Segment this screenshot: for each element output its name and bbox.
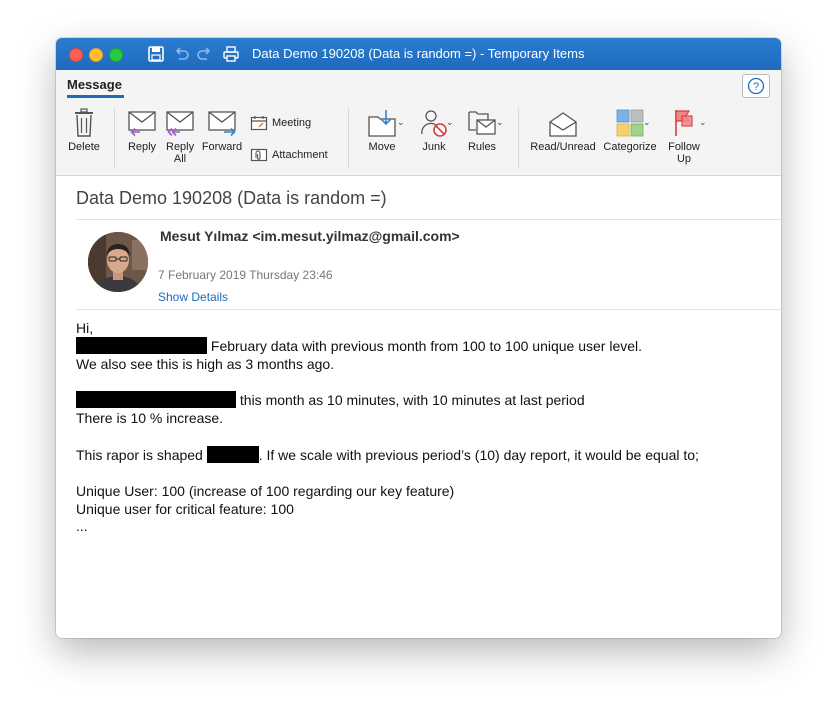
meeting-button[interactable]: Meeting — [250, 115, 311, 131]
read-unread-label: Read/Unread — [530, 141, 596, 153]
body-text: this month as 10 minutes, with 10 minute… — [236, 392, 585, 408]
redaction-block — [76, 337, 207, 354]
trash-icon — [75, 108, 93, 137]
forward-button[interactable]: Forward — [200, 110, 244, 153]
attachment-label: Attachment — [272, 148, 328, 161]
ribbon-divider — [114, 108, 115, 168]
save-icon[interactable] — [147, 45, 165, 63]
close-window-button[interactable] — [69, 48, 83, 62]
body-line: this month as 10 minutes, with 10 minute… — [76, 391, 585, 409]
attachment-icon — [250, 148, 268, 162]
junk-label: Junk — [422, 141, 446, 153]
reply-all-button[interactable]: Reply All — [160, 110, 200, 165]
delete-button[interactable]: Delete — [66, 108, 102, 153]
categorize-label: Categorize — [603, 141, 657, 153]
body-line: We also see this is high as 3 months ago… — [76, 356, 335, 372]
redo-icon[interactable] — [196, 45, 214, 63]
mail-window: Data Demo 190208 (Data is random =) - Te… — [56, 38, 781, 638]
reply-button[interactable]: Reply — [122, 110, 162, 153]
help-button[interactable]: ? — [742, 74, 770, 98]
rules-button[interactable]: Rules — [460, 108, 504, 153]
body-line: Hi, — [76, 320, 94, 336]
categorize-button[interactable]: Categorize — [600, 108, 660, 153]
body-line: There is 10 % increase. — [76, 410, 224, 426]
forward-label: Forward — [201, 141, 243, 153]
junk-button[interactable]: Junk — [412, 108, 456, 153]
ribbon: Message ? Delete Reply Reply All Forward… — [56, 70, 781, 176]
move-button[interactable]: Move — [358, 108, 406, 153]
chevron-down-icon[interactable]: ⌄ — [397, 117, 405, 128]
body-line: This rapor is shaped . If we scale with … — [76, 446, 699, 464]
reply-label: Reply — [127, 141, 157, 153]
body-text: . If we scale with previous period’s (10… — [258, 447, 699, 463]
window-title: Data Demo 190208 (Data is random =) - Te… — [252, 46, 585, 61]
forward-icon — [208, 111, 236, 137]
divider — [76, 309, 781, 310]
print-icon[interactable] — [222, 45, 240, 63]
body-line: Unique user for critical feature: 100 — [76, 501, 294, 517]
follow-up-label: Follow Up — [668, 141, 700, 165]
rules-label: Rules — [467, 141, 497, 153]
svg-text:?: ? — [753, 81, 759, 93]
attachment-button[interactable]: Attachment — [250, 147, 328, 163]
undo-icon[interactable] — [172, 45, 190, 63]
minimize-window-button[interactable] — [89, 48, 103, 62]
message-date: 7 February 2019 Thursday 23:46 — [158, 268, 333, 282]
tab-underline — [67, 95, 124, 98]
zoom-window-button[interactable] — [109, 48, 123, 62]
reply-all-icon — [166, 111, 194, 137]
move-label: Move — [368, 141, 396, 153]
rules-icon — [468, 111, 496, 135]
chevron-down-icon[interactable]: ⌄ — [446, 117, 454, 128]
divider — [76, 219, 781, 220]
body-line: February data with previous month from 1… — [76, 337, 642, 355]
question-icon: ? — [747, 77, 765, 95]
avatar[interactable] — [88, 232, 148, 292]
avatar-photo — [88, 232, 148, 292]
chevron-down-icon[interactable]: ⌄ — [496, 117, 504, 128]
tab-message[interactable]: Message — [67, 77, 122, 92]
chevron-down-icon[interactable]: ⌄ — [699, 117, 707, 128]
categorize-icon — [616, 109, 644, 137]
body-text: This rapor is shaped — [76, 447, 207, 463]
chevron-down-icon[interactable]: ⌄ — [643, 117, 651, 128]
body-text: February data with previous month from 1… — [207, 338, 643, 354]
delete-label: Delete — [68, 141, 100, 153]
title-bar: Data Demo 190208 (Data is random =) - Te… — [56, 38, 781, 70]
move-folder-icon — [368, 110, 396, 137]
ribbon-divider — [348, 108, 349, 168]
meeting-label: Meeting — [272, 116, 312, 129]
message-subject: Data Demo 190208 (Data is random =) — [76, 188, 387, 208]
body-line: Unique User: 100 (increase of 100 regard… — [76, 483, 455, 499]
reply-all-label: Reply All — [166, 141, 195, 165]
ribbon-divider — [518, 108, 519, 168]
show-details-link[interactable]: Show Details — [158, 290, 228, 304]
sender-name[interactable]: Mesut Yılmaz <im.mesut.yilmaz@gmail.com> — [160, 228, 460, 244]
calendar-icon — [250, 116, 268, 131]
read-unread-button[interactable]: Read/Unread — [528, 110, 598, 153]
flag-icon — [675, 110, 693, 136]
redaction-block — [206, 446, 259, 463]
reply-icon — [128, 111, 156, 137]
redaction-block — [76, 391, 236, 408]
open-envelope-icon — [549, 112, 577, 137]
body-line: ... — [76, 518, 88, 534]
